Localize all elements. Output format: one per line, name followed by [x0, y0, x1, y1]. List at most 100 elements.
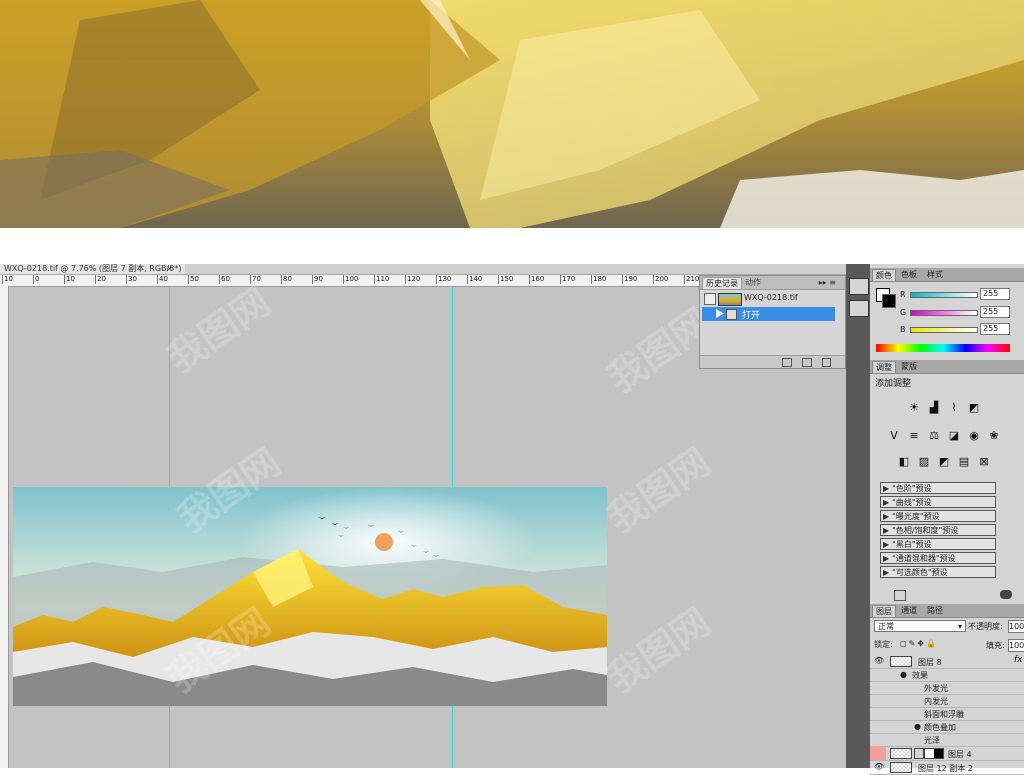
preset-levels[interactable]: ▶ "色阶"预设 — [880, 482, 996, 494]
ruler-tick-label: 170 — [560, 275, 576, 284]
layer-row[interactable]: 图层 4 — [870, 746, 1024, 761]
green-value-input[interactable]: 255 — [980, 306, 1010, 318]
blue-value-input[interactable]: 255 — [980, 323, 1010, 335]
vertical-ruler[interactable] — [0, 286, 9, 768]
tab-channels[interactable]: 通道 — [898, 605, 920, 616]
adjustments-panel-tabs: 调整 蒙版 — [870, 360, 1024, 374]
close-icon[interactable]: × — [166, 264, 173, 274]
selective-color-icon[interactable]: ⊠ — [976, 454, 992, 468]
layer-name: 图层 12 副本 2 — [918, 764, 973, 773]
effect-row[interactable]: 外发光 — [870, 681, 1024, 695]
tab-history[interactable]: 历史记录 — [702, 277, 742, 289]
eye-icon[interactable]: ● — [914, 722, 921, 731]
photo-filter-icon[interactable]: ◉ — [966, 428, 982, 442]
preset-curves[interactable]: ▶ "曲线"预设 — [880, 496, 996, 508]
eye-icon[interactable]: 👁 — [874, 763, 884, 771]
preset-exposure[interactable]: ▶ "曝光度"预设 — [880, 510, 996, 522]
layer-row[interactable]: 👁 图层 8 fx — [870, 654, 1024, 669]
tab-actions[interactable]: 动作 — [742, 277, 764, 288]
tab-adjustments[interactable]: 调整 — [872, 361, 896, 373]
gradient-map-icon[interactable]: ▤ — [956, 454, 972, 468]
ruler-tick-label: 80 — [281, 275, 292, 284]
preset-channel-mixer[interactable]: ▶ "通道混和器"预设 — [880, 552, 996, 564]
red-value-input[interactable]: 255 — [980, 288, 1010, 300]
preset-hue-saturation[interactable]: ▶ "色相/饱和度"预设 — [880, 524, 996, 536]
history-panel: 历史记录 动作 ▸▸ ≡ WXQ-0218.tif 打开 — [699, 275, 846, 369]
document-tab[interactable]: WXQ-0218.tif @ 7.76% (图层 7 副本, RGB/8*) — [0, 264, 186, 274]
clip-adjustment-icon[interactable] — [894, 590, 906, 601]
tab-color[interactable]: 颜色 — [872, 269, 896, 281]
effect-row[interactable]: ● 颜色叠加 — [870, 720, 1024, 734]
ruler-tick-label: 200 — [653, 275, 669, 284]
effect-row[interactable]: 内发光 — [870, 694, 1024, 708]
camera-snapshot-icon[interactable] — [802, 358, 812, 367]
effects-label: 效果 — [912, 671, 928, 680]
actions-panel-toggle-icon[interactable] — [849, 300, 869, 317]
vibrance-icon[interactable]: V — [886, 428, 902, 442]
history-snapshot[interactable]: WXQ-0218.tif — [702, 291, 841, 306]
fill-input[interactable]: 100 — [1008, 639, 1024, 652]
lock-icons[interactable]: ◻✎✥🔒 — [900, 639, 938, 648]
hue-saturation-icon[interactable]: ≡ — [906, 428, 922, 442]
eye-icon[interactable] — [870, 746, 886, 760]
tab-masks[interactable]: 蒙版 — [898, 361, 920, 372]
history-panel-toggle-icon[interactable] — [849, 278, 869, 295]
eye-icon[interactable]: 👁 — [874, 657, 884, 665]
opacity-input[interactable]: 100 — [1008, 620, 1024, 633]
new-document-from-state-icon[interactable] — [782, 358, 792, 367]
tab-swatches[interactable]: 色板 — [898, 269, 920, 280]
adjustment-options-icon[interactable] — [1000, 590, 1012, 599]
channel-mixer-icon[interactable]: ❀ — [986, 428, 1002, 442]
ruler-tick-label: 40 — [157, 275, 168, 284]
layer-thumbnail — [890, 748, 912, 759]
right-panels: 颜色 色板 样式 R 255 G 255 B 255 调整 蒙版 添加调整 ☀ … — [870, 264, 1024, 775]
ruler-tick-label: 180 — [591, 275, 607, 284]
invert-icon[interactable]: ◧ — [896, 454, 912, 468]
effect-row[interactable]: 光泽 — [870, 733, 1024, 747]
effect-name: 斜面和浮雕 — [924, 710, 964, 719]
preset-selective-color[interactable]: ▶ "可选颜色"预设 — [880, 566, 996, 578]
tab-layers[interactable]: 图层 — [872, 605, 896, 617]
blend-mode-select[interactable]: 正常 ▾ — [874, 620, 966, 632]
brush-source-icon[interactable] — [704, 293, 716, 305]
effect-name: 光泽 — [924, 736, 940, 745]
green-slider[interactable] — [910, 310, 978, 316]
exposure-icon[interactable]: ◩ — [966, 400, 982, 414]
ruler-tick-label: 150 — [498, 275, 514, 284]
blue-slider[interactable] — [910, 327, 978, 333]
ruler-tick-label: 130 — [436, 275, 452, 284]
color-balance-icon[interactable]: ⚖ — [926, 428, 942, 442]
opacity-label: 不透明度: — [968, 622, 1003, 631]
curves-icon[interactable]: ⌇ — [946, 400, 962, 414]
layer-effects-row[interactable]: ● 效果 — [870, 668, 1024, 682]
brightness-icon[interactable]: ☀ — [906, 400, 922, 414]
layer-thumbnail — [890, 656, 912, 667]
tab-styles[interactable]: 样式 — [924, 269, 946, 280]
levels-icon[interactable]: ▟ — [926, 400, 942, 414]
tab-paths[interactable]: 路径 — [924, 605, 946, 616]
snapshot-name: WXQ-0218.tif — [744, 293, 798, 302]
document-artwork[interactable] — [13, 487, 607, 706]
layers-panel-tabs: 图层 通道 路径 — [870, 604, 1024, 618]
preset-black-white[interactable]: ▶ "黑白"预设 — [880, 538, 996, 550]
layer-mask-thumbnail[interactable] — [924, 748, 944, 759]
panel-menu-icon[interactable]: ▸▸ ≡ — [816, 277, 839, 288]
channel-label-b: B — [900, 325, 906, 334]
fx-icon[interactable]: fx — [1014, 655, 1023, 665]
background-color-swatch[interactable] — [882, 294, 896, 308]
posterize-icon[interactable]: ▨ — [916, 454, 932, 468]
eye-icon[interactable]: ● — [900, 670, 907, 679]
adjustments-header: 添加调整 — [875, 379, 912, 389]
effect-row[interactable]: 斜面和浮雕 — [870, 707, 1024, 721]
ruler-tick-label: 50 — [188, 275, 199, 284]
threshold-icon[interactable]: ◩ — [936, 454, 952, 468]
history-step[interactable]: 打开 — [702, 307, 835, 321]
ruler-tick-label: 0 — [33, 275, 40, 284]
effect-name: 颜色叠加 — [924, 723, 956, 732]
red-slider[interactable] — [910, 292, 978, 298]
black-white-icon[interactable]: ◪ — [946, 428, 962, 442]
color-spectrum-bar[interactable] — [876, 344, 1010, 352]
state-arrow-icon — [716, 309, 724, 318]
effect-name: 外发光 — [924, 684, 948, 693]
trash-icon[interactable] — [822, 358, 831, 367]
